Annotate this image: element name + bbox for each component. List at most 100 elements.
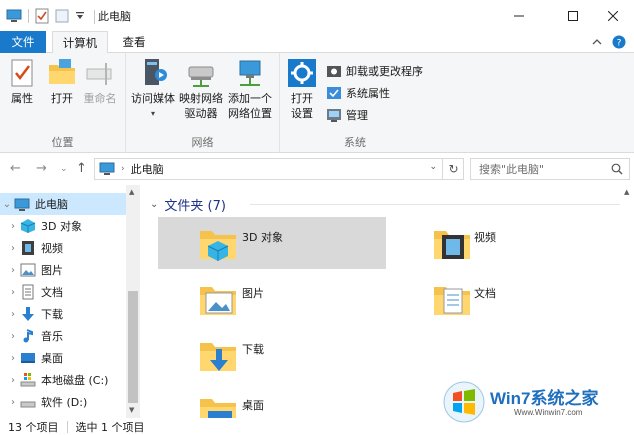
collapsed-chevron-icon[interactable]: › <box>6 397 20 408</box>
add-network-location-icon <box>239 60 261 86</box>
nav-item-label: 下载 <box>41 308 63 321</box>
nav-item-label: 图片 <box>41 264 63 277</box>
folder-label: 3D 对象 <box>242 231 283 244</box>
nav-item-3d-objects[interactable]: › 3D 对象 <box>6 215 132 237</box>
network-group-label: 网络 <box>191 136 214 149</box>
recent-locations-chevron-icon[interactable]: ⌄ <box>60 164 68 174</box>
collapsed-chevron-icon[interactable]: › <box>6 375 20 386</box>
title-bar: 此电脑 <box>0 0 634 31</box>
collapsed-chevron-icon[interactable]: › <box>6 331 20 342</box>
location-group-label: 位置 <box>51 136 74 149</box>
uninstall-label: 卸载或更改程序 <box>346 65 423 78</box>
manage-button[interactable]: 管理 <box>326 105 368 125</box>
desktop-folder-icon <box>200 399 236 418</box>
status-divider <box>66 420 68 433</box>
scroll-up-arrow-icon[interactable]: ▲ <box>624 188 629 196</box>
nav-item-this-pc[interactable]: ⌄ 此电脑 <box>0 193 126 215</box>
nav-item-documents[interactable]: › 文档 <box>6 281 132 303</box>
watermark-logo: Win7系统之家 Www.Winwin7.com <box>440 378 634 428</box>
collapsed-chevron-icon[interactable]: › <box>6 353 20 364</box>
minimize-button[interactable] <box>496 0 542 31</box>
nav-item-videos[interactable]: › 视频 <box>6 237 132 259</box>
maximize-icon <box>568 10 578 21</box>
collapsed-chevron-icon[interactable]: › <box>6 243 20 254</box>
picture-icon <box>20 263 36 277</box>
system-group: 打开 设置 卸载或更改程序 系统属性 管理 系统 <box>280 53 430 153</box>
manage-label: 管理 <box>346 109 368 122</box>
collapsed-chevron-icon[interactable]: › <box>6 221 20 232</box>
navigation-pane: ⌄ 此电脑 › 3D 对象 › 视频 › 图片 › 文档 › 下载 › 音乐 ›… <box>0 185 140 418</box>
folder-tile-documents[interactable]: 文档 <box>390 273 618 325</box>
nav-item-label: 桌面 <box>41 352 63 365</box>
system-properties-label: 系统属性 <box>346 87 390 100</box>
folder-tile-3d-objects[interactable]: 3D 对象 <box>158 217 386 269</box>
open-button[interactable]: 打开 <box>46 57 78 106</box>
scroll-down-arrow-icon[interactable]: ▼ <box>129 406 134 414</box>
quick-access-toolbar <box>6 7 85 25</box>
nav-item-drive-d[interactable]: › 软件 (D:) <box>6 391 132 413</box>
access-media-button[interactable]: 访问媒体 ▾ <box>130 57 176 121</box>
properties-button[interactable]: 属性 <box>6 57 38 106</box>
back-arrow-icon[interactable]: ← <box>10 161 21 176</box>
nav-item-downloads[interactable]: › 下载 <box>6 303 132 325</box>
item-count: 13 个项目 <box>8 420 59 434</box>
nav-item-music[interactable]: › 音乐 <box>6 325 132 347</box>
scrollbar-thumb[interactable] <box>128 291 138 403</box>
navigation-pane-scrollbar[interactable]: ▲ ▼ <box>126 185 140 418</box>
window-title: 此电脑 <box>98 10 131 23</box>
collapsed-chevron-icon[interactable]: › <box>6 309 20 320</box>
qat-dropdown-icon[interactable] <box>75 11 85 21</box>
open-settings-button[interactable]: 打开 设置 <box>286 57 318 121</box>
close-button[interactable] <box>590 0 634 31</box>
nav-item-pictures[interactable]: › 图片 <box>6 259 132 281</box>
expanded-chevron-icon[interactable]: ⌄ <box>0 199 14 210</box>
ribbon-panel: 属性 打开 重命名 位置 访问媒体 ▾ 映射网络 驱动器 添加一个 网络位置 网… <box>0 53 634 153</box>
uninstall-program-button[interactable]: 卸载或更改程序 <box>326 61 423 81</box>
nav-item-local-disk-c[interactable]: › 本地磁盘 (C:) <box>6 369 132 391</box>
up-arrow-icon[interactable]: ↑ <box>76 161 87 176</box>
folder-tile-desktop[interactable]: 桌面 <box>158 385 386 418</box>
tab-view[interactable]: 查看 <box>112 31 156 53</box>
folder-label: 视频 <box>474 231 496 244</box>
forward-arrow-icon[interactable]: → <box>36 161 47 176</box>
access-media-dropdown-icon: ▾ <box>150 109 155 118</box>
video-folder-icon <box>434 231 470 259</box>
collapsed-chevron-icon[interactable]: › <box>6 265 20 276</box>
network-group: 访问媒体 ▾ 映射网络 驱动器 添加一个 网络位置 网络 <box>126 53 280 153</box>
folder-tile-downloads[interactable]: 下载 <box>158 329 386 381</box>
windows-orb-icon <box>443 381 485 423</box>
rename-label: 重命名 <box>83 92 117 105</box>
nav-item-desktop[interactable]: › 桌面 <box>6 347 132 369</box>
address-dropdown-icon[interactable]: ⌄ <box>429 162 437 172</box>
properties-check-icon[interactable] <box>35 8 49 24</box>
map-drive-button[interactable]: 映射网络 驱动器 <box>178 57 224 121</box>
refresh-icon[interactable]: ↻ <box>442 158 464 180</box>
location-group: 属性 打开 重命名 位置 <box>0 53 126 153</box>
folder-tile-pictures[interactable]: 图片 <box>158 273 386 325</box>
rename-button[interactable]: 重命名 <box>82 57 118 106</box>
minimize-icon <box>514 15 524 16</box>
nav-item-label: 音乐 <box>41 330 63 343</box>
new-folder-icon[interactable] <box>55 9 69 23</box>
folders-group-header[interactable]: ⌄ 文件夹 (7) <box>150 195 226 214</box>
address-bar[interactable]: › 此电脑 ⌄ ↻ <box>94 158 464 180</box>
tab-file[interactable]: 文件 <box>0 31 46 53</box>
add-network-location-button[interactable]: 添加一个 网络位置 <box>226 57 274 121</box>
scroll-up-arrow-icon[interactable]: ▲ <box>129 188 134 196</box>
search-placeholder: 搜索"此电脑" <box>479 163 545 176</box>
folder-tile-videos[interactable]: 视频 <box>390 217 618 269</box>
system-properties-button[interactable]: 系统属性 <box>326 83 390 103</box>
document-icon <box>22 284 34 300</box>
title-divider <box>94 10 95 24</box>
collapse-ribbon-icon[interactable] <box>592 38 602 46</box>
help-icon[interactable]: ? <box>612 35 626 49</box>
folder-label: 桌面 <box>242 399 264 412</box>
collapsed-chevron-icon[interactable]: › <box>6 287 20 298</box>
search-box[interactable]: 搜索"此电脑" <box>470 158 630 180</box>
tab-computer[interactable]: 计算机 <box>52 31 108 54</box>
open-settings-label-2: 设置 <box>291 107 313 120</box>
media-server-icon <box>145 59 167 85</box>
computer-icon <box>99 162 115 175</box>
group-collapse-chevron-icon[interactable]: ⌄ <box>150 199 158 210</box>
system-group-label: 系统 <box>344 136 366 149</box>
